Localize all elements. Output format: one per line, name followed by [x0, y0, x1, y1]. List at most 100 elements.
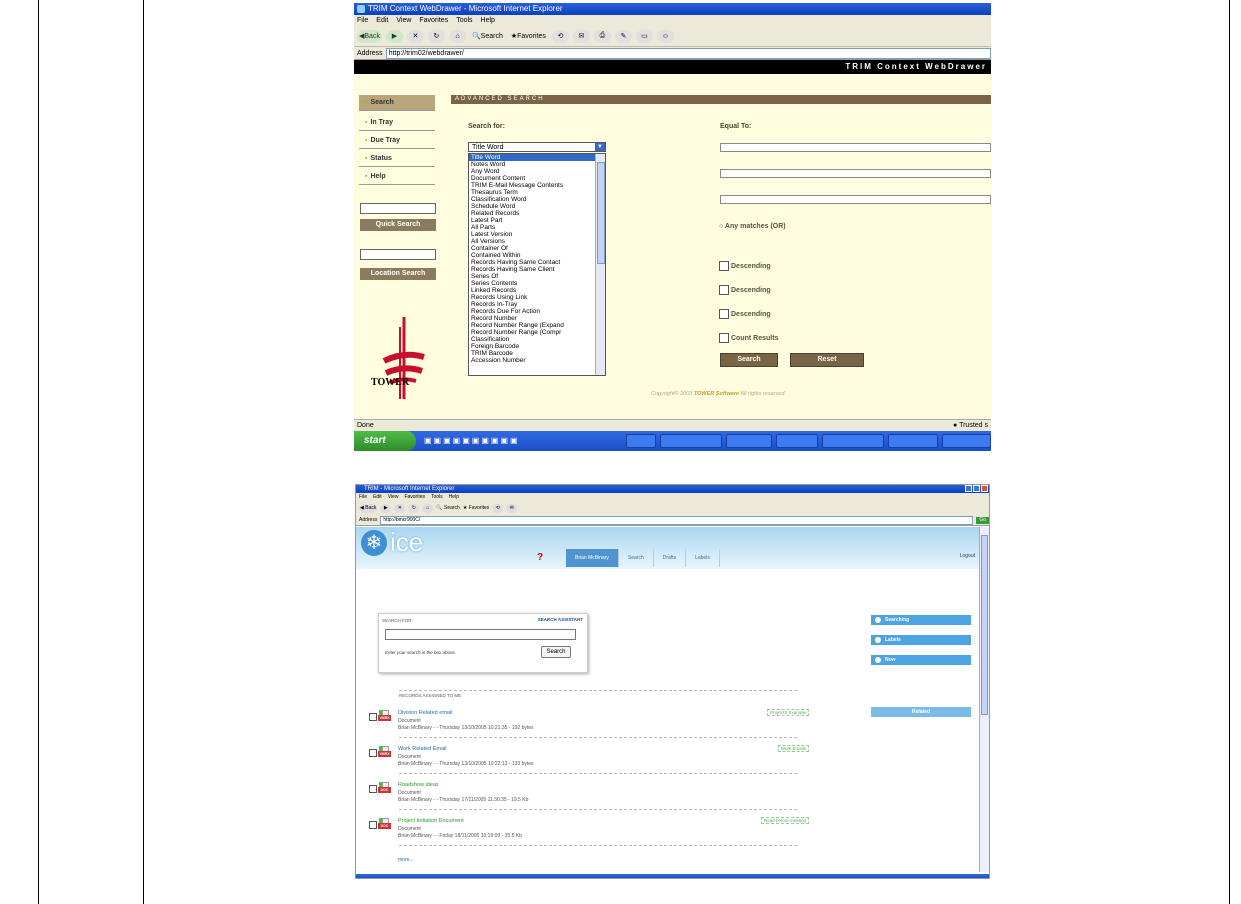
- nav-help[interactable]: ▪ Help: [359, 169, 435, 185]
- option-item[interactable]: Related Records: [469, 210, 605, 217]
- record-checkbox[interactable]: [369, 821, 377, 829]
- record-label-badge[interactable]: ProjectX Example: [767, 709, 809, 716]
- menu-favorites[interactable]: Favorites: [419, 15, 448, 26]
- list-item[interactable]: VMRX Work Related Email Document Brian McBi…: [369, 743, 809, 777]
- menu-tools[interactable]: Tools: [431, 493, 443, 501]
- mail-icon[interactable]: ✉: [572, 29, 590, 43]
- tab-user[interactable]: Brian McBinary: [566, 549, 619, 567]
- quick-search-button[interactable]: Quick Search: [360, 219, 436, 231]
- option-item[interactable]: Series Of: [469, 273, 605, 280]
- value-field-1[interactable]: [720, 143, 991, 152]
- forward-button[interactable]: ▶: [380, 503, 392, 513]
- search-button[interactable]: Search: [541, 646, 571, 658]
- menu-help[interactable]: Help: [481, 15, 495, 26]
- search-assistant-link[interactable]: SEARCH ASSISTANT: [538, 617, 583, 622]
- option-item[interactable]: Thesaurus Term: [469, 189, 605, 196]
- favorites-button[interactable]: ★ Favorites: [509, 30, 548, 43]
- record-title[interactable]: Work Related Email: [398, 746, 447, 752]
- location-search-input[interactable]: [360, 249, 436, 260]
- option-item[interactable]: Records Using Link: [469, 294, 605, 301]
- taskbar-item[interactable]: [942, 434, 991, 448]
- any-matches-radio[interactable]: ○ Any matches (OR): [719, 223, 786, 230]
- tab-drafts[interactable]: Drafts: [654, 549, 687, 567]
- scroll-thumb[interactable]: [597, 162, 605, 264]
- option-item[interactable]: Latest Version: [469, 231, 605, 238]
- reset-button[interactable]: Reset: [790, 353, 864, 367]
- option-item[interactable]: TRIM E-Mail Message Contents: [469, 182, 605, 189]
- checkbox-box[interactable]: [719, 261, 729, 271]
- count-results-checkbox[interactable]: Count Results: [719, 333, 778, 343]
- print-icon[interactable]: ⎙: [593, 29, 611, 43]
- messenger-icon[interactable]: ☺: [656, 29, 674, 43]
- help-icon[interactable]: ?: [537, 552, 543, 563]
- page-scrollbar[interactable]: [979, 527, 989, 872]
- menu-view[interactable]: View: [396, 15, 411, 26]
- taskbar-item[interactable]: [660, 434, 722, 448]
- folder-icon[interactable]: ▭: [635, 29, 653, 43]
- menu-tools[interactable]: Tools: [456, 15, 472, 26]
- option-item[interactable]: Accession Number: [469, 357, 605, 364]
- minimize-icon[interactable]: [965, 485, 972, 492]
- option-item[interactable]: Classification Word: [469, 196, 605, 203]
- refresh-icon[interactable]: ↻: [408, 503, 420, 513]
- go-button[interactable]: Go: [976, 516, 989, 524]
- value-field-3[interactable]: [720, 195, 991, 204]
- address-input[interactable]: http://bmcr900C/: [380, 515, 974, 525]
- search-button[interactable]: 🔍 Search: [436, 505, 459, 511]
- side-searching[interactable]: Searching: [871, 615, 971, 625]
- history-icon[interactable]: ⟲: [551, 29, 569, 43]
- menu-help[interactable]: Help: [449, 493, 459, 501]
- descending-checkbox-3[interactable]: Descending: [719, 309, 771, 319]
- record-title[interactable]: Project Initiation Document: [398, 818, 464, 824]
- option-item[interactable]: Latest Part: [469, 217, 605, 224]
- list-item[interactable]: DOC Roadshow ideas Document Brian McBinary …: [369, 779, 809, 813]
- tab-labels[interactable]: Labels: [686, 549, 720, 567]
- taskbar-item[interactable]: [822, 434, 884, 448]
- taskbar-item[interactable]: [776, 434, 818, 448]
- location-search-button[interactable]: Location Search: [360, 268, 436, 280]
- option-item[interactable]: Records Having Same Contact: [469, 259, 605, 266]
- option-item[interactable]: Contained Within: [469, 252, 605, 259]
- home-icon[interactable]: ⌂: [448, 29, 466, 43]
- option-item[interactable]: Foreign Barcode: [469, 343, 605, 350]
- record-label-badge[interactable]: Work Emails: [777, 745, 809, 752]
- option-item[interactable]: Record Number Range (Compr: [469, 329, 605, 336]
- side-labels[interactable]: Labels: [871, 635, 971, 645]
- more-link[interactable]: more...: [398, 857, 414, 863]
- forward-button[interactable]: ▶: [385, 29, 403, 43]
- checkbox-box[interactable]: [719, 333, 729, 343]
- option-item[interactable]: Title Word: [469, 154, 605, 161]
- search-button[interactable]: 🔍 Search: [470, 30, 505, 43]
- nav-search[interactable]: ▪ Search: [359, 95, 435, 111]
- option-item[interactable]: Records In-Tray: [469, 301, 605, 308]
- record-label-badge[interactable]: Read before meeting: [760, 817, 809, 824]
- option-item[interactable]: All Parts: [469, 224, 605, 231]
- favorites-button[interactable]: ★ Favorites: [463, 505, 489, 511]
- option-item[interactable]: Document Content: [469, 175, 605, 182]
- edit-icon[interactable]: ✎: [614, 29, 632, 43]
- mail-icon[interactable]: ✉: [506, 503, 518, 513]
- option-item[interactable]: Notes Word: [469, 161, 605, 168]
- menu-edit[interactable]: Edit: [376, 15, 388, 26]
- menu-favorites[interactable]: Favorites: [404, 493, 425, 501]
- menu-view[interactable]: View: [388, 493, 399, 501]
- search-field-options[interactable]: Title Word Notes Word Any Word Document Con…: [468, 153, 606, 376]
- side-now[interactable]: Now: [871, 655, 971, 665]
- option-item[interactable]: Schedule Word: [469, 203, 605, 210]
- quick-launch-icons[interactable]: ▣▣▣▣▣▣▣▣▣▣: [424, 436, 520, 445]
- option-item[interactable]: TRIM Barcode: [469, 350, 605, 357]
- taskbar-item[interactable]: [726, 434, 772, 448]
- tab-search[interactable]: Search: [619, 549, 654, 567]
- record-title[interactable]: Division Related email: [398, 710, 452, 716]
- nav-due-tray[interactable]: ▪ Due Tray: [359, 133, 435, 149]
- search-field-select[interactable]: Title Word ▼: [468, 142, 606, 152]
- option-item[interactable]: Classification: [469, 336, 605, 343]
- back-button[interactable]: ◀ Back: [357, 29, 382, 43]
- option-item[interactable]: Series Contents: [469, 280, 605, 287]
- close-icon[interactable]: [981, 485, 988, 492]
- taskbar-item[interactable]: [626, 434, 656, 448]
- chevron-down-icon[interactable]: ▼: [595, 143, 605, 151]
- record-title[interactable]: Roadshow ideas: [398, 782, 439, 788]
- option-item[interactable]: Linked Records: [469, 287, 605, 294]
- checkbox-box[interactable]: [719, 285, 729, 295]
